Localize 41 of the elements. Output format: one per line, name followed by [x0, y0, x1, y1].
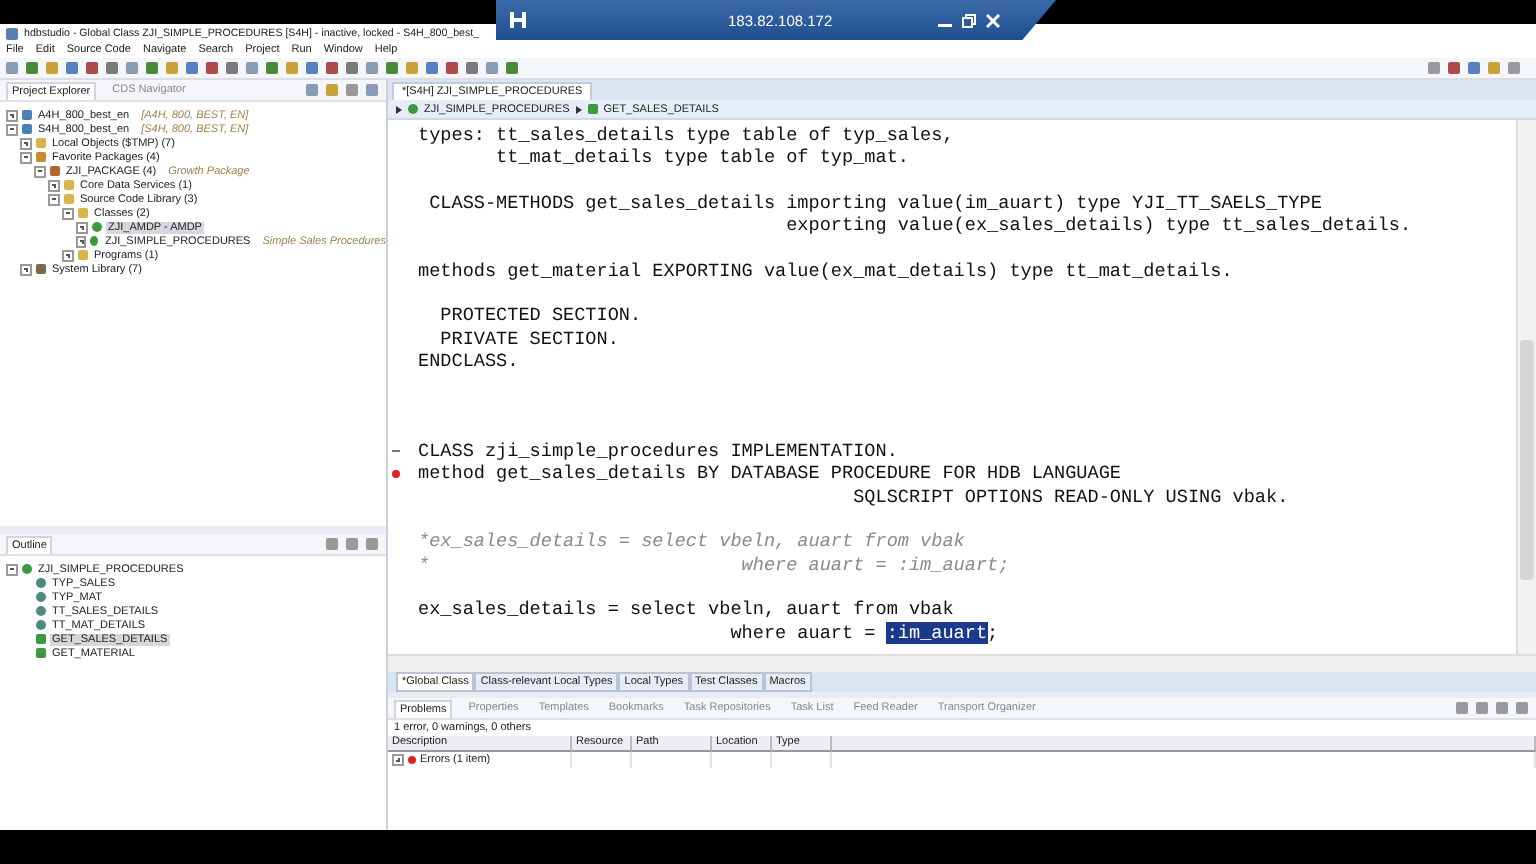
- chevron-icon: [575, 105, 582, 113]
- code-comment: * where auart = :im_auart;: [416, 553, 1012, 576]
- expand-icon[interactable]: [20, 263, 32, 275]
- code-line: ex_sales_details = select vbeln, auart from vbak: [416, 598, 956, 622]
- code-line: method get_sales_details BY DATABASE PROCEDURE FOR HDB LANGUAGE: [416, 462, 1123, 486]
- scrollbar[interactable]: [388, 654, 1536, 672]
- restore-icon[interactable]: [962, 13, 976, 27]
- scrollbar[interactable]: [1516, 120, 1536, 654]
- code-line: CLASS zji_simple_procedures IMPLEMENTATION.: [416, 440, 900, 463]
- app-icon: [6, 27, 18, 39]
- class-icon: [22, 564, 32, 574]
- expand-icon[interactable]: [392, 754, 404, 766]
- code-line: SQLSCRIPT OPTIONS READ-ONLY USING vbak.: [851, 485, 1291, 509]
- method-icon: [587, 104, 598, 114]
- code-line: types: tt_sales_details type table of typ_sales,: [416, 124, 956, 147]
- collapse-icon[interactable]: [20, 151, 32, 163]
- expand-icon[interactable]: [48, 179, 60, 191]
- code-line: PROTECTED SECTION.: [438, 304, 644, 328]
- collapse-icon[interactable]: [48, 193, 60, 205]
- remote-logo-icon: [508, 10, 528, 30]
- expand-icon[interactable]: [76, 235, 87, 247]
- code-line: ENDCLASS.: [416, 349, 521, 373]
- collapse-icon[interactable]: [6, 123, 18, 135]
- expand-icon[interactable]: [6, 109, 18, 121]
- collapse-icon[interactable]: [6, 563, 18, 575]
- error-icon: [408, 756, 416, 764]
- code-line: tt_mat_details type table of typ_mat.: [494, 146, 911, 170]
- class-icon: [408, 104, 418, 114]
- expand-icon[interactable]: [62, 249, 74, 261]
- code-line: where auart = :im_auart;: [728, 621, 1001, 644]
- code-comment: *ex_sales_details = select vbeln, auart from vbak: [416, 530, 967, 554]
- chevron-icon: [396, 105, 402, 113]
- collapse-icon[interactable]: [62, 207, 74, 219]
- code-line: CLASS-METHODS get_sales_details importing value(im_auart) type YJI_TT_SAELS_TYPE: [427, 191, 1324, 215]
- close-icon[interactable]: [986, 13, 1000, 27]
- code-line: PRIVATE SECTION.: [438, 327, 621, 350]
- collapse-icon[interactable]: [34, 165, 46, 177]
- expand-icon[interactable]: [20, 137, 32, 149]
- code-line: methods get_material EXPORTING value(ex_mat_details) type tt_mat_details.: [416, 259, 1235, 283]
- code-line: exporting value(ex_sales_details) type tt_sales_details.: [784, 214, 1414, 237]
- expand-icon[interactable]: [76, 221, 88, 233]
